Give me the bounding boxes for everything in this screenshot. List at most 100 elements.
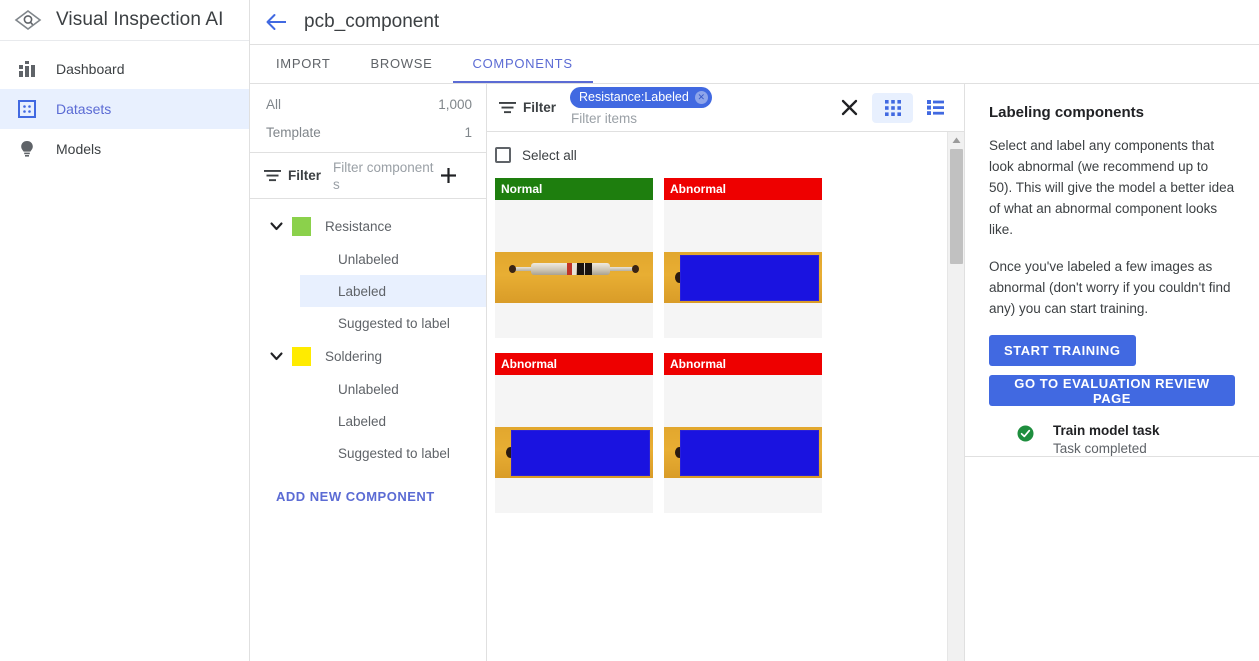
sidebar-item-label: Datasets xyxy=(56,101,112,117)
item-card-image xyxy=(495,375,653,513)
go-to-evaluation-review-button[interactable]: GO TO EVALUATION REVIEW PAGE xyxy=(989,375,1235,406)
select-all-checkbox[interactable] xyxy=(495,147,511,163)
sidebar-item-label: Models xyxy=(56,141,102,157)
tree-leaf-soldering-unlabeled[interactable]: Unlabeled xyxy=(300,373,486,405)
items-filter-label: Filter xyxy=(523,100,557,115)
component-filter-input[interactable]: Filter components xyxy=(333,159,435,193)
page-body: All 1,000 Template 1 Filter Filter compo… xyxy=(250,84,1259,661)
items-filter-field: Resistance:Labeled ✕ Filter items xyxy=(570,86,830,130)
tree-leaf-label: Unlabeled xyxy=(338,251,399,267)
resistor-band xyxy=(572,263,577,275)
component-filter-label: Filter xyxy=(288,168,322,183)
tree-leaf-soldering-labeled[interactable]: Labeled xyxy=(300,405,486,437)
sidebar-item-datasets[interactable]: Datasets xyxy=(0,89,249,129)
lightbulb-icon xyxy=(12,140,42,158)
component-color-swatch xyxy=(292,346,311,366)
app-root: Visual Inspection AI Dashboard Datasets … xyxy=(0,0,1259,661)
task-status: Task completed xyxy=(1053,441,1147,456)
tree-leaf-soldering-suggested[interactable]: Suggested to label xyxy=(300,437,486,469)
nav-item-list: Dashboard Datasets Models xyxy=(0,41,249,169)
item-card-status-label: Abnormal xyxy=(670,182,727,196)
tree-group-label: Soldering xyxy=(325,348,383,364)
help-paragraph-2: Once you've labeled a few images as abno… xyxy=(989,259,1231,316)
items-filter-input[interactable]: Filter items xyxy=(571,111,637,126)
chevron-down-icon[interactable] xyxy=(270,351,288,361)
items-scrollbar[interactable] xyxy=(947,132,964,661)
sidebar-item-models[interactable]: Models xyxy=(0,129,249,169)
tab-bar: IMPORT BROWSE COMPONENTS xyxy=(250,45,1259,84)
check-circle-icon xyxy=(1017,425,1035,447)
item-card[interactable]: Abnormal xyxy=(495,353,653,513)
resistor-band xyxy=(584,263,592,275)
back-arrow-icon[interactable] xyxy=(250,13,304,31)
add-new-component-button[interactable]: ADD NEW COMPONENT xyxy=(250,489,486,504)
annotation-bounding-box xyxy=(679,430,819,476)
annotation-bounding-box xyxy=(510,430,650,476)
tab-browse[interactable]: BROWSE xyxy=(351,45,453,83)
tree-group-soldering[interactable]: Soldering xyxy=(250,339,486,373)
start-training-button[interactable]: START TRAINING xyxy=(989,335,1136,366)
chevron-down-icon[interactable] xyxy=(270,221,288,231)
scroll-up-arrow-icon[interactable] xyxy=(948,132,964,148)
tab-import[interactable]: IMPORT xyxy=(256,45,351,83)
tab-components[interactable]: COMPONENTS xyxy=(452,45,593,83)
filter-chip-label: Resistance:Labeled xyxy=(579,90,689,104)
resistor-terminal xyxy=(631,265,639,273)
component-tree: Resistance Unlabeled Labeled Suggested t… xyxy=(250,199,486,661)
item-card-status-label: Abnormal xyxy=(670,357,727,371)
visual-inspection-diamond-icon xyxy=(12,7,44,33)
count-label: All xyxy=(266,96,282,112)
item-card-grid: Normal Abnormal Abnormal Abnormal xyxy=(495,176,947,513)
view-toggle-group xyxy=(872,92,956,123)
count-row-template[interactable]: Template 1 xyxy=(250,118,486,146)
count-row-all[interactable]: All 1,000 xyxy=(250,90,486,118)
items-filter-bar: Filter Resistance:Labeled ✕ Filter items xyxy=(487,84,964,132)
tree-leaf-label: Unlabeled xyxy=(338,381,399,397)
task-status-row: Train model task Task completed xyxy=(989,423,1235,456)
help-panel-footer xyxy=(965,456,1259,661)
item-card[interactable]: Abnormal xyxy=(664,178,822,338)
chip-remove-icon[interactable]: ✕ xyxy=(694,90,708,104)
sidebar-item-dashboard[interactable]: Dashboard xyxy=(0,49,249,89)
task-text: Train model task Task completed xyxy=(1053,423,1160,456)
component-tree-panel: All 1,000 Template 1 Filter Filter compo… xyxy=(250,84,487,661)
help-panel: Labeling components Select and label any… xyxy=(965,84,1259,456)
filter-icon xyxy=(264,169,284,182)
list-view-icon[interactable] xyxy=(915,93,956,123)
items-scroll-wrapper: Select all Normal Abnormal Abnormal Abno… xyxy=(487,132,964,661)
item-card-image xyxy=(495,200,653,338)
resistor-graphic xyxy=(509,261,639,277)
select-all-label[interactable]: Select all xyxy=(522,148,577,163)
count-value: 1,000 xyxy=(438,96,472,112)
tree-leaf-resistance-unlabeled[interactable]: Unlabeled xyxy=(300,243,486,275)
count-value: 1 xyxy=(464,124,472,140)
sidebar-item-label: Dashboard xyxy=(56,61,125,77)
resistor-body xyxy=(531,263,611,275)
help-paragraph-1: Select and label any components that loo… xyxy=(989,138,1235,237)
item-card-image xyxy=(664,200,822,338)
annotation-bounding-box xyxy=(679,255,819,301)
page-title: pcb_component xyxy=(304,11,440,32)
items-content: Select all Normal Abnormal Abnormal Abno… xyxy=(487,132,947,661)
grid-view-icon[interactable] xyxy=(872,92,913,123)
dashboard-icon xyxy=(12,60,42,78)
resistor-terminal xyxy=(509,265,517,273)
datasets-grid-icon xyxy=(12,100,42,118)
scrollbar-thumb[interactable] xyxy=(950,149,963,264)
plus-icon[interactable] xyxy=(435,167,461,184)
component-color-swatch xyxy=(292,216,311,236)
select-all-row: Select all xyxy=(495,134,947,176)
page-container: pcb_component IMPORT BROWSE COMPONENTS A… xyxy=(250,0,1259,661)
close-icon[interactable] xyxy=(830,99,868,116)
app-title: Visual Inspection AI xyxy=(56,9,224,30)
item-card[interactable]: Abnormal xyxy=(664,353,822,513)
tree-leaf-resistance-suggested[interactable]: Suggested to label xyxy=(300,307,486,339)
item-card[interactable]: Normal xyxy=(495,178,653,338)
tree-group-resistance[interactable]: Resistance xyxy=(250,209,486,243)
tree-group-label: Resistance xyxy=(325,218,392,234)
resistor-band xyxy=(577,263,585,275)
help-title: Labeling components xyxy=(989,104,1145,121)
filter-chip[interactable]: Resistance:Labeled ✕ xyxy=(570,86,712,108)
tree-leaf-resistance-labeled[interactable]: Labeled xyxy=(300,275,486,307)
items-panel: Filter Resistance:Labeled ✕ Filter items xyxy=(487,84,965,661)
